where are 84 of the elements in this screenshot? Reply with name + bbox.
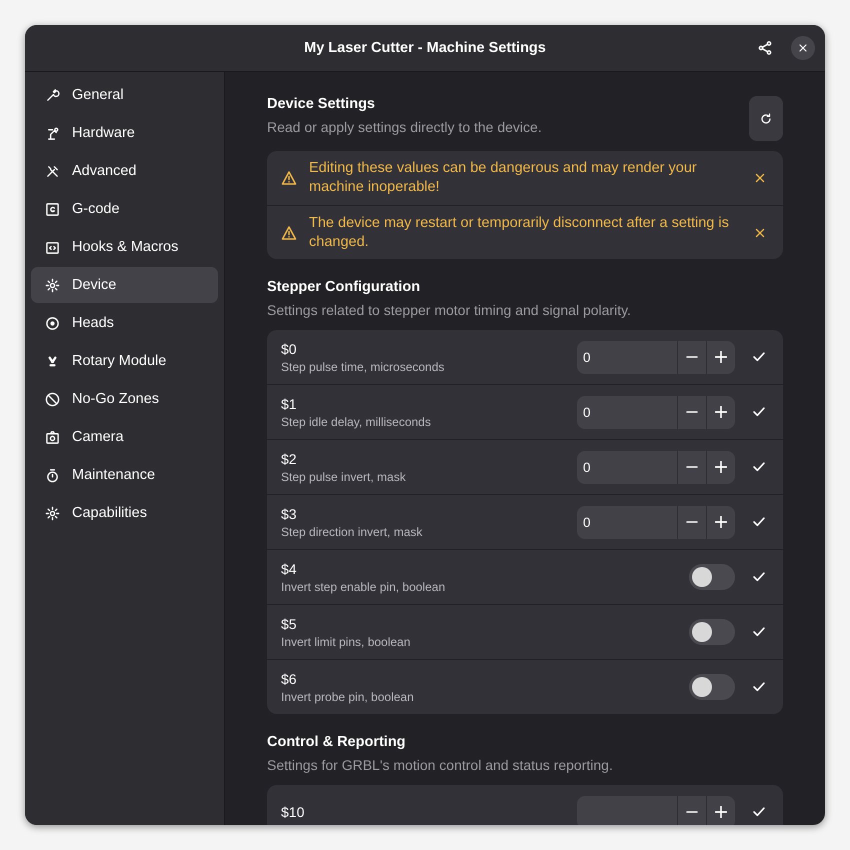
- setting-description: Step direction invert, mask: [281, 524, 424, 539]
- setting-name: $10: [281, 804, 306, 820]
- check-icon: [753, 462, 765, 472]
- sidebar-item[interactable]: Advanced: [31, 153, 218, 189]
- setting-name: $3: [281, 506, 298, 522]
- setting-description: Invert step enable pin, boolean: [281, 580, 446, 594]
- g-square-icon: [45, 202, 60, 216]
- gear-icon: [45, 506, 60, 520]
- minus-icon: [686, 521, 698, 524]
- check-icon: [753, 517, 765, 528]
- plus-icon: [715, 351, 727, 364]
- gear-icon: [45, 278, 60, 292]
- setting-description: Step idle delay, milliseconds: [281, 414, 432, 429]
- setting-name: $0: [281, 340, 298, 357]
- setting-name: $2: [281, 450, 298, 467]
- setting-description: Invert limit pins, boolean: [281, 634, 412, 649]
- number-input[interactable]: 0: [577, 450, 677, 484]
- section-title: Device Settings: [267, 96, 376, 112]
- close-button[interactable]: [791, 36, 815, 60]
- check-icon: [753, 407, 765, 418]
- sidebar-item[interactable]: Camera: [31, 419, 218, 455]
- section-subtitle: Read or apply settings directly to the device.: [267, 119, 542, 135]
- spin-field[interactable]: 0: [577, 396, 735, 429]
- sidebar-item[interactable]: G-code: [31, 191, 218, 227]
- stopwatch-icon: [45, 468, 60, 482]
- group-subtitle: Settings for GRBL's motion control and status reporting.: [267, 757, 614, 774]
- sidebar-item[interactable]: Heads: [31, 305, 218, 341]
- check-icon: [753, 627, 765, 638]
- setting-name: $5: [281, 616, 298, 632]
- setting-name: $1: [281, 396, 298, 412]
- plus-icon: [715, 406, 727, 418]
- window-title: My Laser Cutter - Machine Settings: [304, 40, 546, 56]
- toggle-switch[interactable]: [689, 674, 735, 700]
- setting-description: Invert probe pin, boolean: [281, 690, 415, 704]
- setting-name: $4: [281, 560, 298, 577]
- spin-field[interactable]: 0: [577, 340, 735, 374]
- plus-icon: [715, 461, 727, 474]
- group-subtitle: Settings related to stepper motor timing and signal polarity.: [267, 302, 632, 318]
- refresh-icon: [759, 112, 773, 126]
- minus-icon: [686, 356, 698, 358]
- no-entry-icon: [45, 392, 60, 406]
- setting-description: Step pulse time, microseconds: [281, 360, 446, 374]
- sidebar-item[interactable]: Hardware: [31, 115, 218, 151]
- target-icon: [45, 316, 60, 330]
- check-icon: [753, 572, 765, 582]
- check-icon: [753, 682, 765, 692]
- toggle-switch[interactable]: [689, 564, 735, 590]
- minus-icon: [686, 811, 698, 814]
- number-input[interactable]: 0: [577, 396, 677, 429]
- setting-name: $6: [281, 670, 298, 687]
- number-input[interactable]: 0: [577, 340, 677, 374]
- warning-text: The device may restart or temporarily disconnect after a setting is changed.: [309, 214, 730, 252]
- toggle-switch[interactable]: [689, 619, 735, 646]
- warning-icon: [281, 224, 297, 241]
- sidebar-item[interactable]: Device: [31, 267, 218, 303]
- sidebar-item[interactable]: Hooks & Macros: [31, 229, 218, 265]
- sidebar-item[interactable]: General: [31, 77, 218, 113]
- sidebar-item[interactable]: No-Go Zones: [31, 381, 218, 417]
- spin-field[interactable]: [577, 796, 735, 825]
- minus-icon: [686, 411, 698, 414]
- robot-arm-icon: [45, 126, 60, 140]
- spin-field[interactable]: 0: [577, 506, 735, 539]
- camera-icon: [45, 430, 60, 444]
- check-icon: [753, 352, 765, 362]
- check-icon: [753, 807, 765, 818]
- refresh-button[interactable]: [749, 96, 783, 141]
- code-icon: [45, 240, 60, 254]
- warning-icon: [281, 170, 297, 186]
- wrench-icon: [45, 88, 60, 102]
- close-icon: [797, 42, 809, 54]
- setting-description: Step pulse invert, mask: [281, 470, 407, 484]
- spin-field[interactable]: 0: [577, 450, 735, 484]
- plus-icon: [715, 806, 727, 818]
- minus-icon: [686, 466, 698, 468]
- warning-text: Editing these values can be dangerous and may render your machine inoperable!: [309, 159, 698, 197]
- sidebar-item[interactable]: Maintenance: [31, 457, 218, 493]
- sidebar-item[interactable]: Rotary Module: [31, 343, 218, 379]
- tools-icon: [45, 164, 60, 178]
- group-title: Control & Reporting: [267, 734, 407, 750]
- group-title: Stepper Configuration: [267, 279, 422, 296]
- share-icon: [757, 40, 773, 56]
- number-input[interactable]: 0: [577, 506, 677, 539]
- sidebar-item[interactable]: Capabilities: [31, 495, 218, 531]
- plus-icon: [715, 516, 727, 528]
